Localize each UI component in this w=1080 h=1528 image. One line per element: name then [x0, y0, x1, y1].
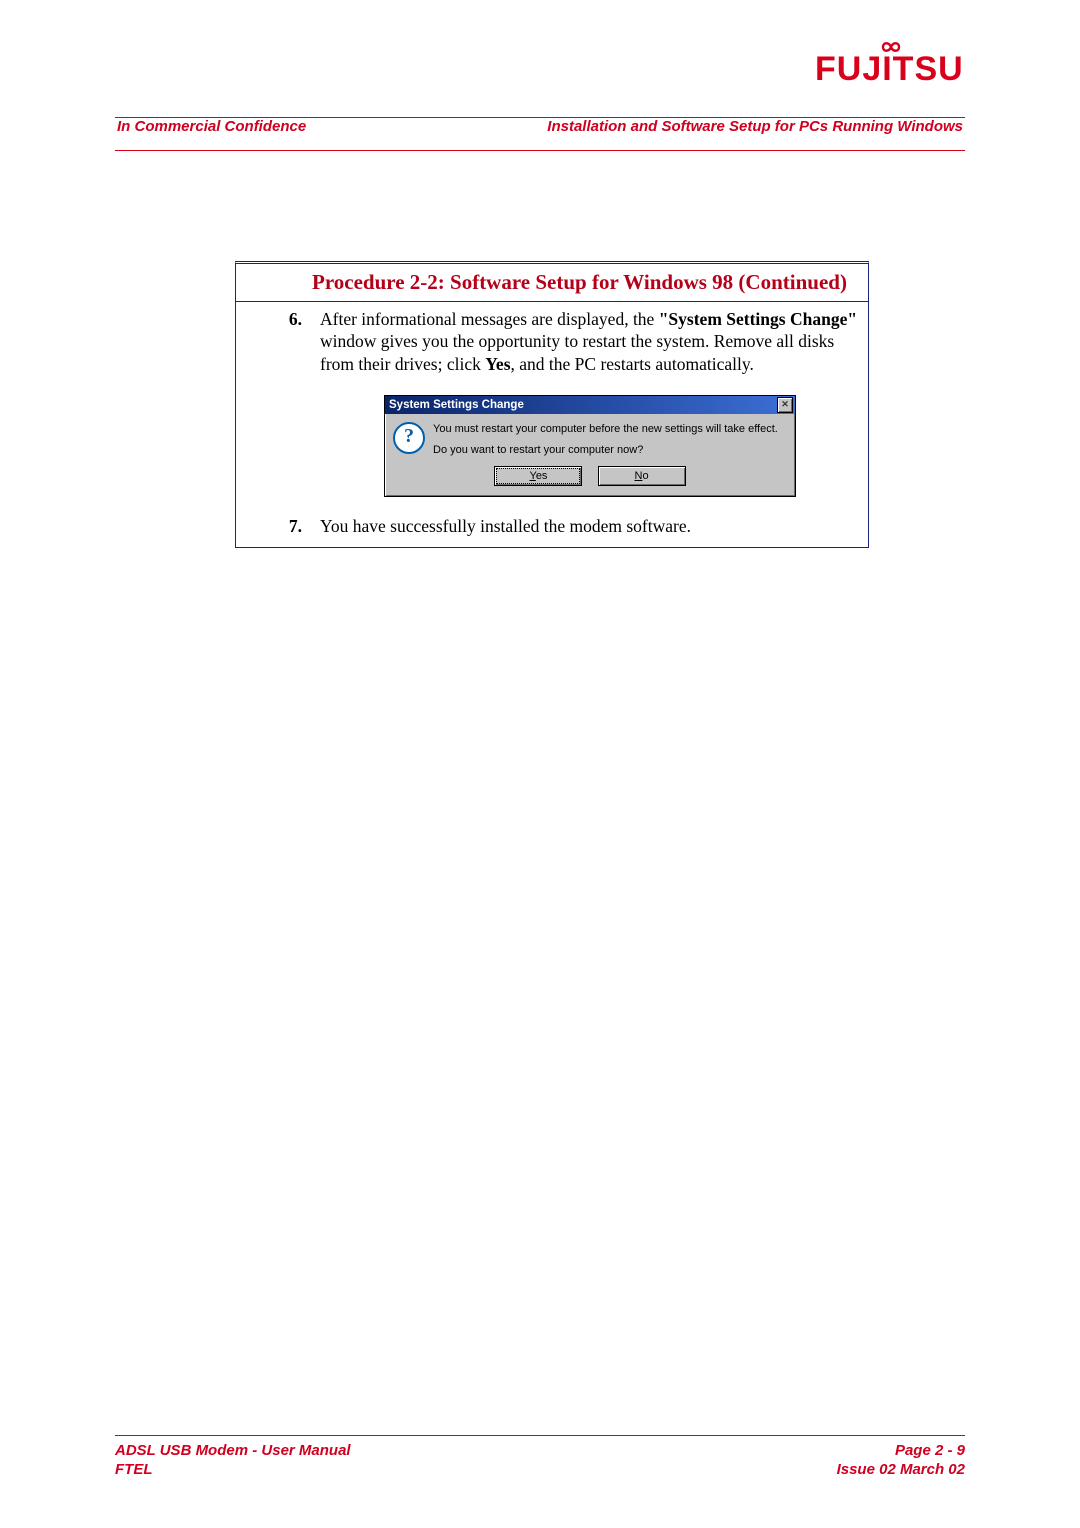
- step-body: After informational messages are display…: [320, 308, 858, 503]
- step6-bold1: "System Settings Change": [659, 309, 857, 329]
- procedure-step-6: 6. After informational messages are disp…: [236, 302, 868, 513]
- dialog-text: You must restart your computer before th…: [433, 422, 778, 458]
- footer-right: Page 2 - 9 Issue 02 March 02: [837, 1442, 965, 1478]
- dialog-button-row: Yes No: [385, 462, 795, 496]
- yes-button[interactable]: Yes: [494, 466, 582, 486]
- dialog-body: ? You must restart your computer before …: [385, 414, 795, 462]
- dialog-titlebar: System Settings Change ✕: [385, 396, 795, 414]
- header-right: Installation and Software Setup for PCs …: [547, 118, 963, 135]
- step6-pre: After informational messages are display…: [320, 309, 659, 329]
- footer-page-number: Page 2 - 9: [837, 1442, 965, 1459]
- page-footer: ADSL USB Modem - User Manual FTEL Page 2…: [115, 1442, 965, 1478]
- footer-manual-title: ADSL USB Modem - User Manual: [115, 1442, 351, 1459]
- question-icon: ?: [393, 422, 425, 454]
- footer-left: ADSL USB Modem - User Manual FTEL: [115, 1442, 351, 1478]
- close-icon[interactable]: ✕: [777, 397, 793, 413]
- step6-post: , and the PC restarts automatically.: [511, 354, 754, 374]
- page-header: In Commercial Confidence Installation an…: [115, 117, 965, 135]
- system-settings-change-dialog: System Settings Change ✕ ? You must rest…: [384, 395, 796, 497]
- manual-page: FUJITSU In Commercial Confidence Install…: [0, 0, 1080, 1528]
- dialog-line2: Do you want to restart your computer now…: [433, 443, 778, 458]
- fujitsu-logo: FUJITSU: [815, 52, 965, 86]
- footer-rule: [115, 1435, 965, 1436]
- fujitsu-wordmark: FUJITSU: [815, 52, 965, 86]
- procedure-box: Procedure 2-2: Software Setup for Window…: [235, 261, 869, 548]
- dialog-line1: You must restart your computer before th…: [433, 422, 778, 437]
- header-left: In Commercial Confidence: [117, 118, 306, 135]
- step6-bold2: Yes: [485, 354, 510, 374]
- header-rule: [115, 150, 965, 151]
- no-button[interactable]: No: [598, 466, 686, 486]
- dialog-title: System Settings Change: [389, 398, 524, 413]
- step-body: You have successfully installed the mode…: [320, 515, 858, 537]
- procedure-title: Procedure 2-2: Software Setup for Window…: [236, 264, 868, 302]
- step-number: 6.: [246, 308, 320, 503]
- footer-issue: Issue 02 March 02: [837, 1461, 965, 1478]
- step-number: 7.: [246, 515, 320, 537]
- procedure-step-7: 7. You have successfully installed the m…: [236, 513, 868, 547]
- footer-company: FTEL: [115, 1461, 351, 1478]
